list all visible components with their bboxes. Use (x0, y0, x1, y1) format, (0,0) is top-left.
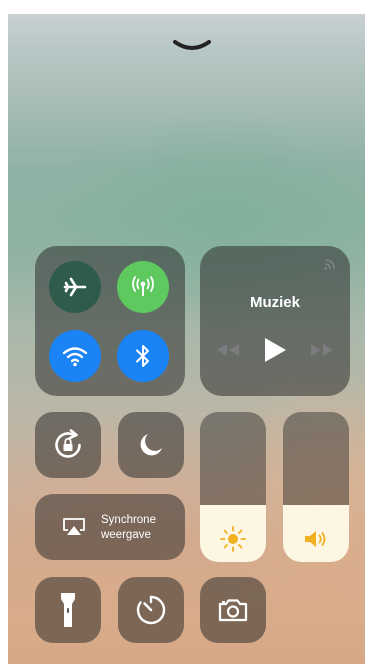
rotation-lock-button[interactable] (35, 412, 101, 478)
control-center: Muziek Synchrone weergave (8, 14, 365, 664)
wifi-button[interactable] (49, 330, 101, 382)
flashlight-button[interactable] (35, 577, 101, 643)
chevron-down-icon[interactable] (172, 38, 212, 56)
moon-icon (140, 434, 162, 456)
do-not-disturb-button[interactable] (118, 412, 184, 478)
music-title: Muziek (249, 294, 300, 311)
fast-forward-icon[interactable] (309, 342, 335, 358)
cellular-data-button[interactable] (117, 261, 169, 313)
camera-button[interactable] (200, 577, 266, 643)
volume-slider[interactable] (283, 412, 349, 562)
rotation-lock-icon (55, 429, 81, 458)
bluetooth-button[interactable] (117, 330, 169, 382)
speaker-icon (305, 531, 326, 547)
antenna-icon (132, 276, 154, 296)
airplay-audio-icon[interactable] (322, 258, 336, 272)
screen-mirroring-line1: Synchrone (101, 514, 156, 526)
brightness-slider[interactable] (200, 412, 266, 562)
sun-icon (220, 526, 246, 552)
music-panel[interactable]: Muziek (200, 246, 350, 396)
timer-icon (136, 595, 166, 625)
screen-mirroring-button[interactable]: Synchrone weergave (35, 494, 185, 560)
airplane-mode-button[interactable] (49, 261, 101, 313)
wifi-icon (62, 347, 88, 367)
screen-mirroring-label: Synchrone weergave (101, 513, 156, 543)
screen-mirroring-line2: weergave (101, 529, 151, 541)
camera-icon (218, 599, 248, 622)
screen-mirroring-icon (63, 518, 85, 535)
flashlight-icon (61, 593, 75, 627)
bluetooth-icon (136, 345, 149, 367)
play-icon[interactable] (263, 337, 287, 363)
airplane-icon (63, 277, 87, 297)
connectivity-panel (35, 246, 185, 396)
timer-button[interactable] (118, 577, 184, 643)
rewind-icon[interactable] (215, 342, 241, 358)
